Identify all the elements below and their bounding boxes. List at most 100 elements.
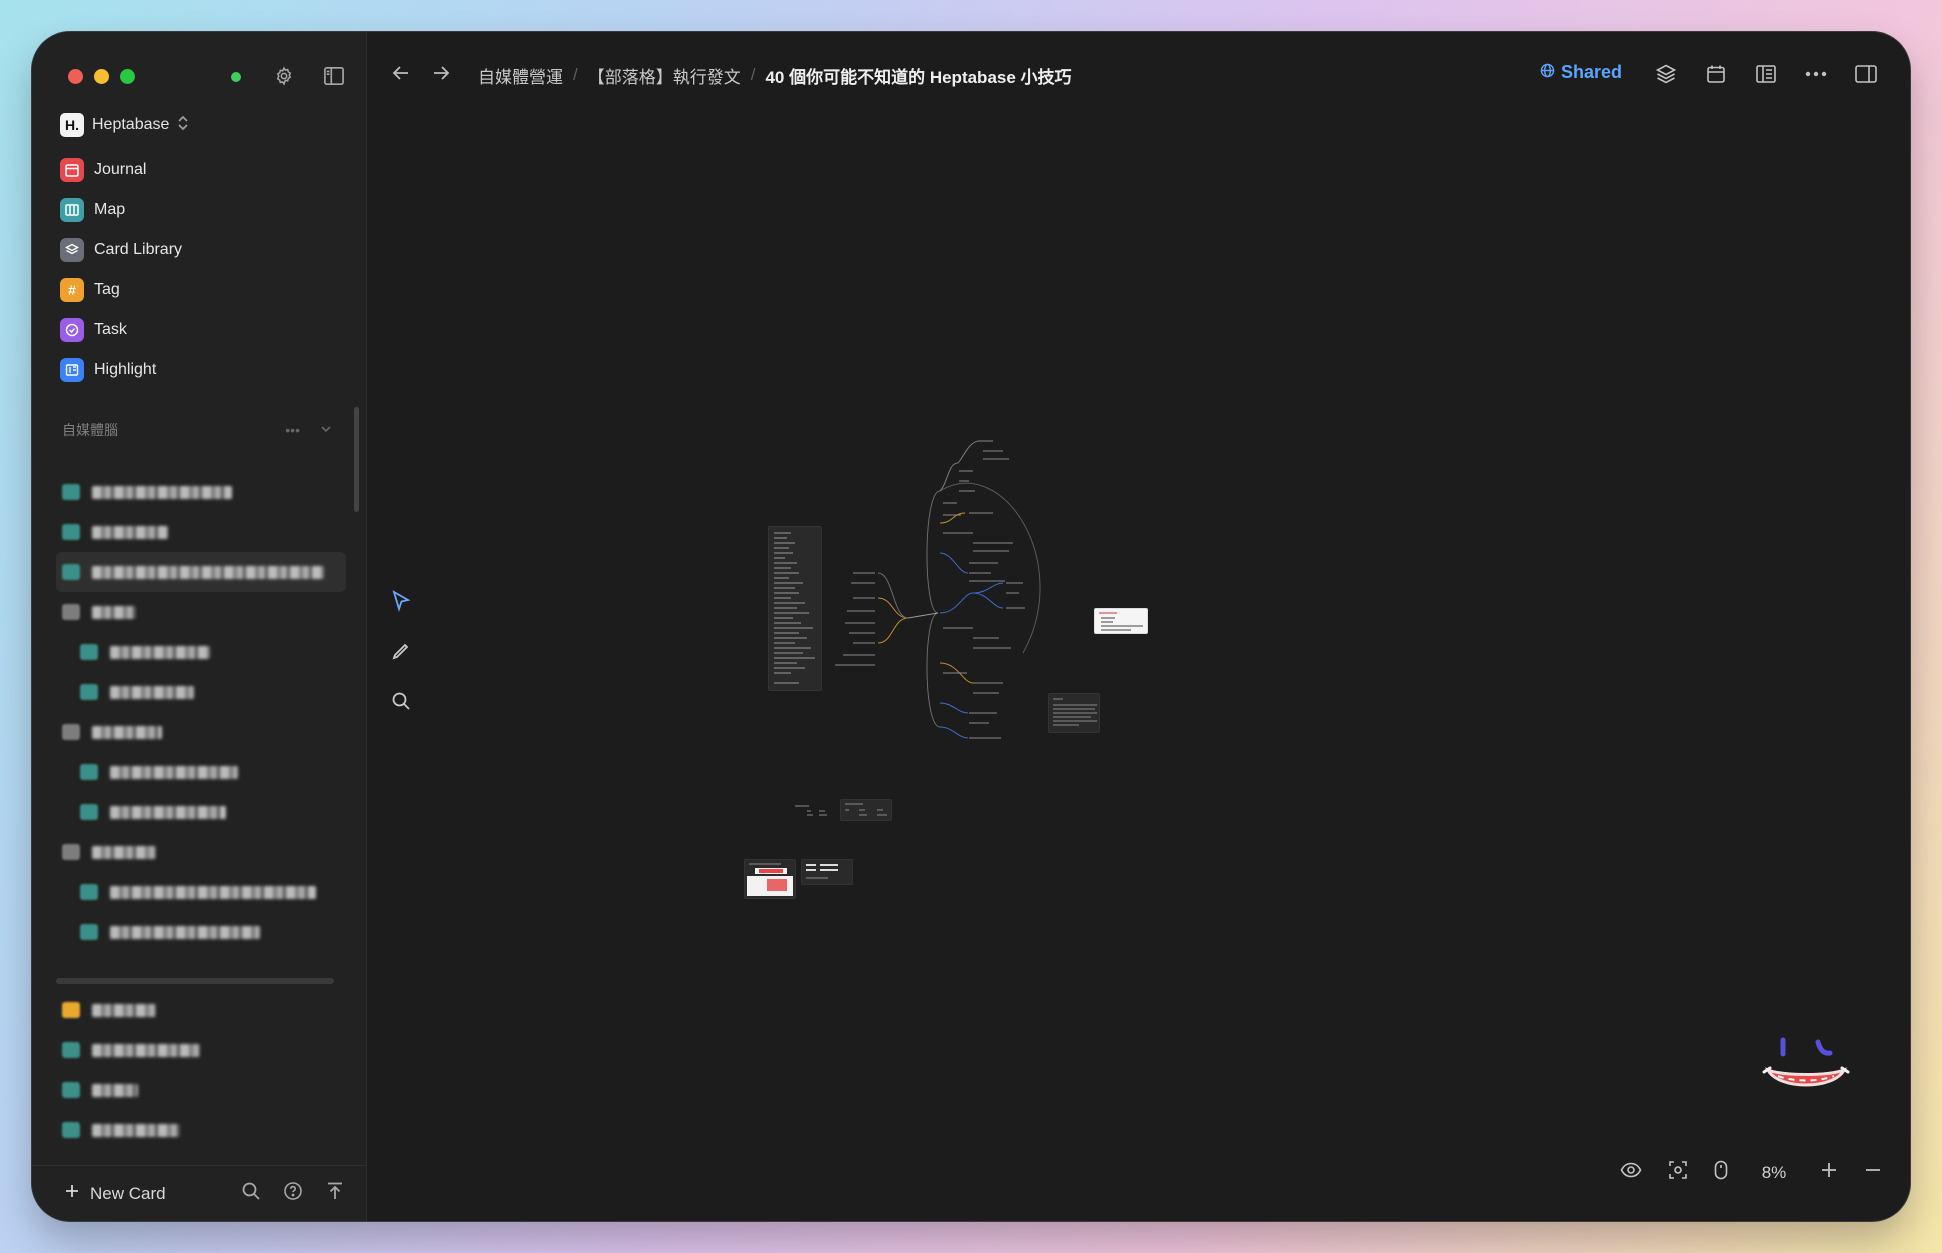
mouse-icon[interactable] <box>1714 1160 1728 1185</box>
tree-item[interactable] <box>56 592 346 632</box>
help-icon[interactable] <box>283 1181 303 1206</box>
select-cursor-icon[interactable] <box>386 586 416 616</box>
sidebar: H. Heptabase Journal Map Card Library # … <box>32 32 367 1221</box>
note-card[interactable] <box>840 799 892 821</box>
whiteboard-icon <box>80 884 98 900</box>
hash-icon: # <box>60 278 84 302</box>
note-card[interactable] <box>801 859 853 885</box>
more-options-icon[interactable] <box>1802 60 1830 88</box>
toggle-right-panel-icon[interactable] <box>1852 60 1880 88</box>
new-card-label: New Card <box>90 1183 166 1203</box>
sidebar-item-label: Journal <box>94 161 147 178</box>
app-window: H. Heptabase Journal Map Card Library # … <box>32 32 1910 1221</box>
tree-item[interactable] <box>56 872 346 912</box>
tree-item[interactable] <box>56 912 346 952</box>
tree-item-selected[interactable] <box>56 552 346 592</box>
tree-item[interactable] <box>56 632 346 672</box>
note-card[interactable] <box>1048 693 1100 733</box>
tree-item[interactable] <box>56 472 346 512</box>
whiteboard-icon <box>80 804 98 820</box>
settings-gear-icon[interactable] <box>270 62 298 90</box>
window-controls <box>68 69 135 84</box>
tree-item-label-redacted <box>92 1123 180 1137</box>
toggle-sidebar-icon[interactable] <box>320 62 348 90</box>
tree-item-label-redacted <box>92 845 156 859</box>
tree-item-label-redacted <box>92 565 324 579</box>
sidebar-section-header[interactable]: 自媒體腦 ••• <box>62 420 332 440</box>
outline-card[interactable] <box>768 526 822 691</box>
note-card[interactable] <box>1094 608 1148 634</box>
zoom-in-icon[interactable] <box>1820 1161 1838 1184</box>
tree-item[interactable] <box>56 752 346 792</box>
tree-item[interactable] <box>56 672 346 712</box>
tree-item-label-redacted <box>92 725 162 739</box>
chevron-down-icon[interactable] <box>320 422 332 438</box>
folder-icon <box>62 844 80 860</box>
stack-icon <box>60 238 84 262</box>
shared-button[interactable]: Shared <box>1540 62 1622 83</box>
workspace-switcher[interactable]: H. Heptabase <box>60 113 189 137</box>
breadcrumb-item[interactable]: 【部落格】執行發文 <box>588 63 741 88</box>
sidebar-scrollbar[interactable] <box>354 407 359 512</box>
focus-icon[interactable] <box>1668 1160 1688 1185</box>
sidebar-tree-secondary <box>56 990 346 1150</box>
calendar-icon[interactable] <box>1702 60 1730 88</box>
tree-item[interactable] <box>56 792 346 832</box>
breadcrumb-current[interactable]: 40 個你可能不知道的 Heptabase 小技巧 <box>765 63 1071 88</box>
minimize-window-button[interactable] <box>94 69 109 84</box>
whiteboard-icon <box>62 524 80 540</box>
whiteboard-icon <box>62 564 80 580</box>
pen-draw-icon[interactable] <box>386 636 416 666</box>
tree-item-label-redacted <box>110 685 194 699</box>
tree-item[interactable] <box>56 1110 346 1150</box>
canvas-search-icon[interactable] <box>386 686 416 716</box>
back-arrow-icon[interactable] <box>390 62 412 89</box>
more-options-icon[interactable]: ••• <box>285 422 300 438</box>
workspace-name: Heptabase <box>92 116 170 133</box>
tree-item-label-redacted <box>110 645 210 659</box>
sidebar-item-label: Highlight <box>94 361 157 378</box>
tree-item-label-redacted <box>92 1003 156 1017</box>
zoom-level[interactable]: 8% <box>1754 1163 1794 1183</box>
whiteboard-icon <box>80 684 98 700</box>
sidebar-item-map[interactable]: Map <box>52 190 352 230</box>
map-icon <box>60 198 84 222</box>
folder-icon <box>62 604 80 620</box>
tree-item-label-redacted <box>92 605 136 619</box>
forward-arrow-icon[interactable] <box>430 62 452 89</box>
tree-item[interactable] <box>56 990 346 1030</box>
search-icon[interactable] <box>241 1181 261 1206</box>
tree-item-label-redacted <box>92 525 168 539</box>
sidebar-item-highlight[interactable]: Highlight <box>52 350 352 390</box>
sidebar-item-card-library[interactable]: Card Library <box>52 230 352 270</box>
maximize-window-button[interactable] <box>120 69 135 84</box>
sidebar-item-label: Card Library <box>94 241 183 258</box>
whiteboard-icon <box>62 1122 80 1138</box>
shared-label: Shared <box>1560 62 1622 82</box>
eye-icon[interactable] <box>1620 1162 1642 1183</box>
tree-item[interactable] <box>56 512 346 552</box>
sidebar-item-label: Map <box>94 201 126 218</box>
breadcrumb-item[interactable]: 自媒體營運 <box>478 63 563 88</box>
close-window-button[interactable] <box>68 69 83 84</box>
note-card[interactable] <box>793 803 833 819</box>
whiteboard-icon <box>80 644 98 660</box>
image-card[interactable] <box>744 859 796 899</box>
tree-item[interactable] <box>56 712 346 752</box>
scroll-to-top-icon[interactable] <box>325 1181 345 1206</box>
tree-item[interactable] <box>56 1030 346 1070</box>
breadcrumb-separator: / <box>573 65 578 84</box>
sidebar-item-journal[interactable]: Journal <box>52 150 352 190</box>
sidebar-item-tag[interactable]: # Tag <box>52 270 352 310</box>
tree-item-label-redacted <box>110 925 260 939</box>
tree-item[interactable] <box>56 832 346 872</box>
whiteboard-canvas[interactable]: 8% <box>368 118 1910 1201</box>
tree-item[interactable] <box>56 1070 346 1110</box>
whiteboard-icon <box>62 1082 80 1098</box>
heptabase-mascot-icon[interactable] <box>1758 1032 1854 1101</box>
sidebar-item-task[interactable]: Task <box>52 310 352 350</box>
zoom-out-icon[interactable] <box>1864 1161 1882 1184</box>
new-card-button[interactable]: New Card <box>64 1183 166 1204</box>
layers-icon[interactable] <box>1652 60 1680 88</box>
library-icon[interactable] <box>1752 60 1780 88</box>
